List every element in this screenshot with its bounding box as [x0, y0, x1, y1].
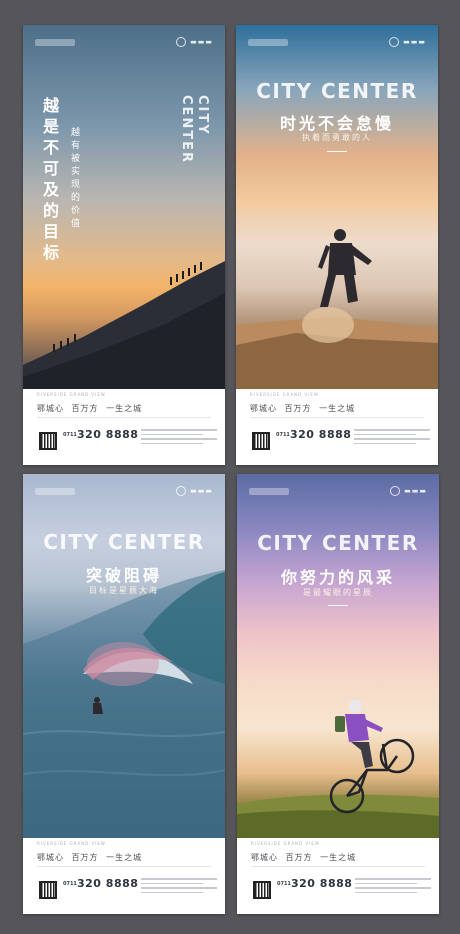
phone-number: 320 8888	[290, 428, 352, 441]
brand-logo-text: ▬▬▬	[403, 38, 426, 46]
brand-logo-icon	[389, 37, 400, 47]
poster-photo-runner: ▬▬▬ CITY CENTER 时光不会怠慢 执着而勇敢的人	[236, 25, 438, 389]
poster-photo-surfer: ▬▬▬ CITY CENTER 突破阻碍 目标是星辰大海	[23, 474, 225, 838]
poster-4: ▬▬▬ CITY CENTER 你努力的风采 是最耀眼的星辰 RIVERSIDE…	[237, 474, 439, 914]
poster-footer: RIVERSIDE GRAND VIEW 鄂城心 百万方 一生之城 0711 3…	[236, 389, 438, 465]
poster-photo-hikers: ▬▬▬ 越是不可及的目标 越有被实现的价值 CITY CENTER	[23, 25, 225, 389]
poster-subtitle: 是最耀眼的星辰	[303, 588, 373, 597]
poster-subtitle: 越有被实现的价值	[71, 128, 81, 229]
qr-code-icon	[39, 432, 57, 450]
brand-logo: ▬▬▬	[176, 36, 213, 48]
fine-print	[355, 878, 435, 896]
area-code: 0711	[277, 881, 291, 887]
mountain-bike-rider	[237, 700, 439, 838]
area-code: 0711	[63, 881, 77, 887]
brand-logo-icon	[390, 486, 401, 496]
wave-surfer	[23, 570, 225, 838]
footer-divider	[250, 417, 424, 418]
qr-code-icon	[39, 881, 57, 899]
brand-logo-icon	[176, 37, 187, 47]
phone-number: 320 8888	[77, 877, 139, 890]
footer-divider	[37, 866, 211, 867]
poster-footer: RIVERSIDE GRAND VIEW 鄂城心 百万方 一生之城 0711 3…	[237, 838, 439, 914]
brand-logo-text: ▬▬▬	[190, 38, 213, 46]
slogan: 鄂城心 百万方 一生之城	[251, 853, 357, 862]
poster-footer: RIVERSIDE GRAND VIEW 鄂城心 百万方 一生之城 0711 3…	[23, 389, 225, 465]
poster-subtitle: 目标是星辰大海	[89, 586, 159, 595]
fine-print	[141, 878, 221, 896]
brand-logo-left	[249, 488, 289, 495]
fine-print	[141, 429, 221, 447]
qr-code-icon	[252, 432, 270, 450]
phone-number: 320 8888	[291, 877, 353, 890]
brand-logo: ▬▬▬	[389, 36, 426, 48]
slogan: 鄂城心 百万方 一生之城	[250, 404, 356, 413]
fine-print	[354, 429, 434, 447]
brand-logo-icon	[176, 486, 187, 496]
poster-1: ▬▬▬ 越是不可及的目标 越有被实现的价值 CITY CENTER RIVERS…	[23, 25, 225, 465]
title-rule	[327, 151, 347, 152]
brand-logo-text: ▬▬▬	[404, 487, 427, 495]
city-center-vertical: CITY CENTER	[178, 95, 210, 164]
title-rule	[328, 605, 348, 606]
brand-logo-text: ▬▬▬	[190, 487, 213, 495]
riverside-text: RIVERSIDE GRAND VIEW	[37, 841, 106, 846]
footer-divider	[37, 417, 211, 418]
poster-2: ▬▬▬ CITY CENTER 时光不会怠慢 执着而勇敢的人 RIVERSIDE…	[236, 25, 438, 465]
riverside-text: RIVERSIDE GRAND VIEW	[251, 841, 320, 846]
poster-footer: RIVERSIDE GRAND VIEW 鄂城心 百万方 一生之城 0711 3…	[23, 838, 225, 914]
footer-divider	[251, 866, 425, 867]
brand-logo-left	[248, 39, 288, 46]
poster-photo-cyclist: ▬▬▬ CITY CENTER 你努力的风采 是最耀眼的星辰	[237, 474, 439, 838]
center-word: CENTER	[179, 95, 194, 165]
qr-code-icon	[253, 881, 271, 899]
city-center-heading: CITY CENTER	[256, 79, 418, 103]
poster-title: 时光不会怠慢	[279, 114, 394, 133]
slogan: 鄂城心 百万方 一生之城	[37, 853, 143, 862]
area-code: 0711	[276, 432, 290, 438]
brand-logo: ▬▬▬	[390, 485, 427, 497]
riverside-text: RIVERSIDE GRAND VIEW	[37, 392, 106, 397]
city-center-heading: CITY CENTER	[257, 531, 419, 555]
brand-logo-left	[35, 39, 75, 46]
poster-title: 你努力的风采	[280, 568, 395, 587]
poster-3: ▬▬▬ CITY CENTER 突破阻碍 目标是星辰大海 RIVERSIDE G…	[23, 474, 225, 914]
city-word: CITY	[195, 95, 210, 136]
poster-title: 突破阻碍	[85, 566, 162, 585]
slogan: 鄂城心 百万方 一生之城	[37, 404, 143, 413]
brand-logo: ▬▬▬	[176, 485, 213, 497]
poster-subtitle: 执着而勇敢的人	[302, 133, 372, 142]
phone-number: 320 8888	[77, 428, 139, 441]
riverside-text: RIVERSIDE GRAND VIEW	[250, 392, 319, 397]
brand-logo-left	[35, 488, 75, 495]
area-code: 0711	[63, 432, 77, 438]
poster-title: 越是不可及的目标	[43, 96, 60, 262]
city-center-heading: CITY CENTER	[43, 530, 205, 554]
